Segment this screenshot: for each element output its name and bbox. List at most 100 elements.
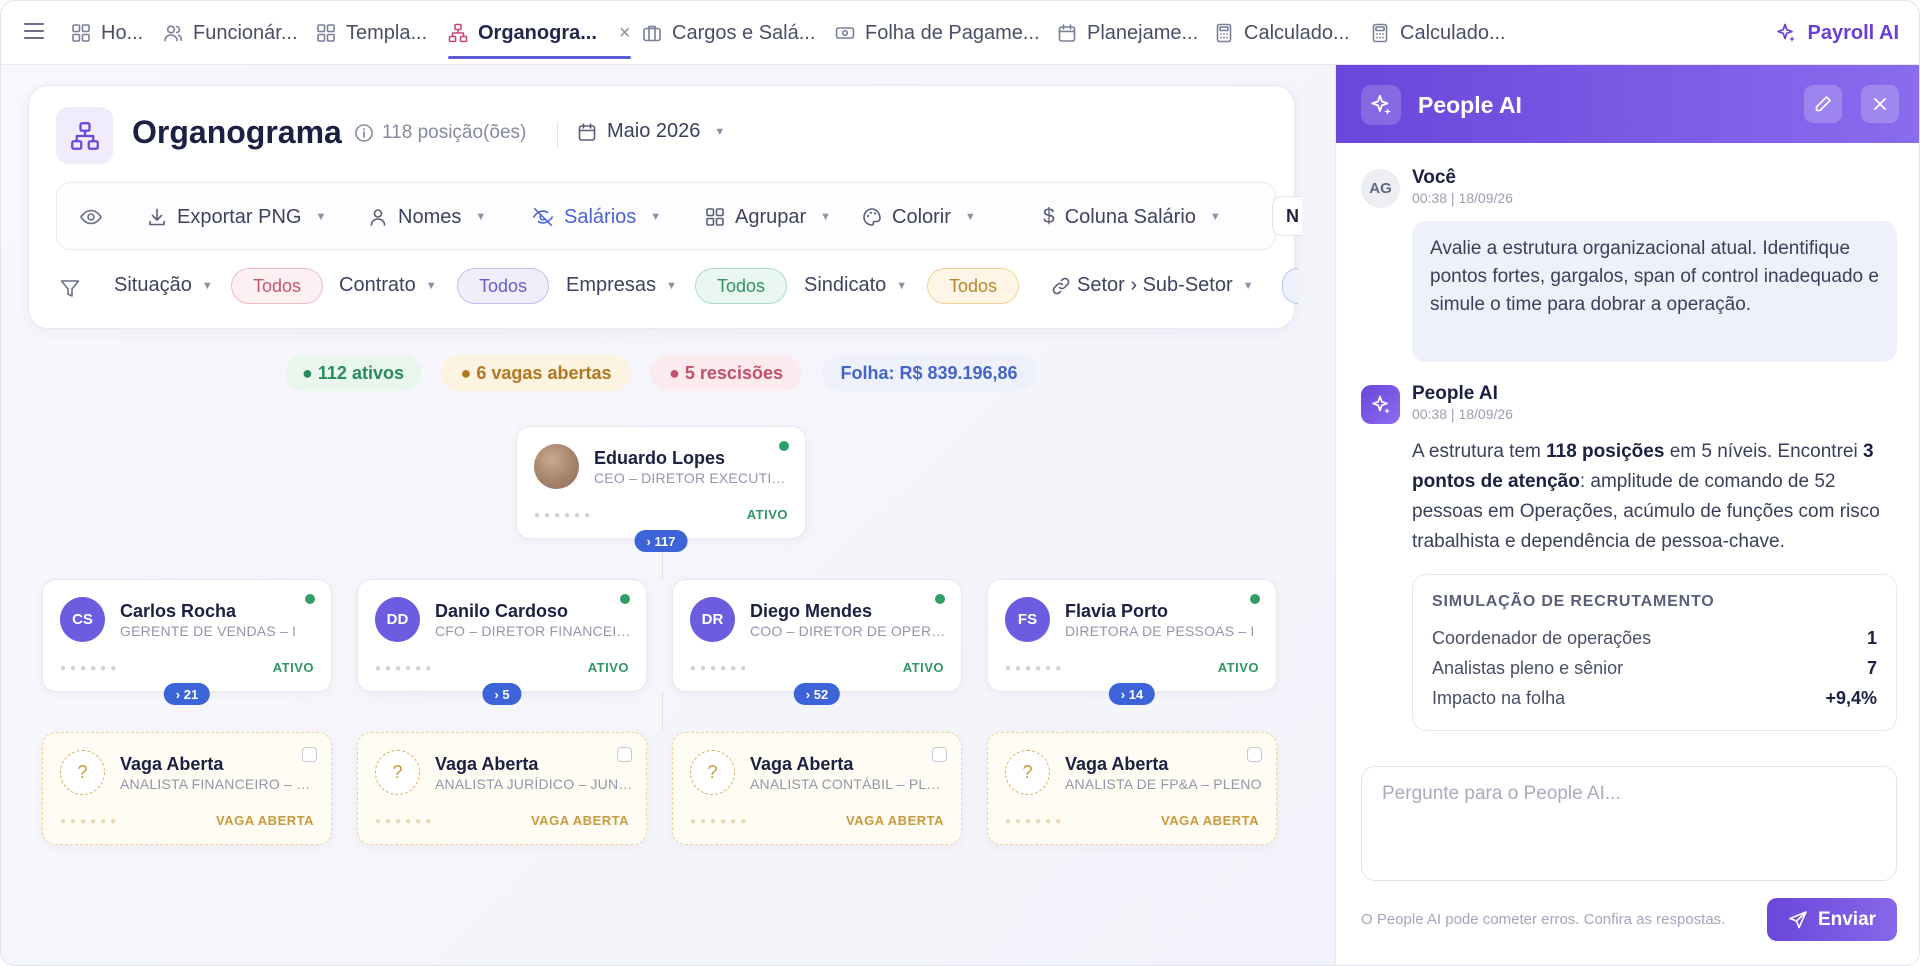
select-checkbox[interactable] <box>1247 747 1262 762</box>
org-node-manager[interactable]: DR Diego Mendes COO – DIRETOR DE OPERAÇÕ… <box>672 579 962 705</box>
select-checkbox[interactable] <box>932 747 947 762</box>
toolbar-overflow-button[interactable]: N <box>1272 196 1302 236</box>
node-name: Vaga Aberta <box>120 754 224 774</box>
dollar-icon: $ <box>1043 205 1055 228</box>
period-selector[interactable]: Maio 2026 ▼ <box>577 120 725 143</box>
node-role: ANALISTA DE FP&A – PLENO <box>1065 776 1262 792</box>
vacancy-avatar: ? <box>1005 750 1050 795</box>
org-node-vacancy[interactable]: ? Vaga Aberta ANALISTA CONTÁBIL – PLENO … <box>672 732 962 845</box>
org-node-manager[interactable]: DD Danilo Cardoso CFO – DIRETOR FINANCEI… <box>357 579 647 705</box>
period-label: Maio 2026 <box>607 120 701 142</box>
filter-situacao[interactable]: Situação ▼ <box>114 274 213 297</box>
salary-column-dropdown[interactable]: $ Coluna Salário ▼ <box>1043 183 1221 251</box>
chevron-down-icon: ▼ <box>896 279 908 292</box>
chevron-down-icon: ▼ <box>820 211 832 223</box>
chevron-down-icon: ▼ <box>315 211 327 223</box>
node-status: VAGA ABERTA <box>531 813 629 828</box>
ai-message-text: A estrutura tem 118 posições em 5 níveis… <box>1412 437 1902 557</box>
tab-templates[interactable]: Templa... <box>316 1 427 65</box>
positions-count: 118 posição(ões) <box>354 122 526 144</box>
status-dot <box>779 441 789 451</box>
filter-situacao-value[interactable]: Todos <box>231 268 323 304</box>
tab-calculadora-2[interactable]: Calculado... <box>1370 1 1506 65</box>
ai-prompt-input[interactable]: Pergunte para o People AI... <box>1361 766 1897 881</box>
close-panel-button[interactable] <box>1861 85 1899 123</box>
briefcase-icon <box>643 25 661 42</box>
hierarchy-filter-label: Setor › Sub-Setor <box>1077 274 1233 296</box>
tab-home[interactable]: Ho... <box>71 1 143 65</box>
node-rating-dots: ●●●●●● <box>375 816 436 827</box>
color-dropdown[interactable]: Colorir ▼ <box>862 183 976 251</box>
ai-disclaimer: O People AI pode cometer erros. Confira … <box>1361 911 1726 928</box>
grid-icon <box>72 24 90 42</box>
reports-count-badge[interactable]: › 52 <box>793 683 841 705</box>
org-node-root[interactable]: Eduardo Lopes CEO – DIRETOR EXECUTIVO – … <box>516 426 806 552</box>
grid-icon <box>317 24 335 42</box>
send-button[interactable]: Enviar <box>1767 898 1897 941</box>
recruitment-simulation-card: SIMULAÇÃO DE RECRUTAMENTO Coordenador de… <box>1412 574 1897 731</box>
reports-count-badge[interactable]: › 117 <box>634 530 688 552</box>
filter-sindicato-value[interactable]: Todos <box>927 268 1019 304</box>
filter-sindicato[interactable]: Sindicato ▼ <box>804 274 907 297</box>
org-node-manager[interactable]: CS Carlos Rocha GERENTE DE VENDAS – I ●●… <box>42 579 332 705</box>
sparkle-icon <box>1777 23 1796 42</box>
simulation-row-value: 1 <box>1866 628 1877 648</box>
hamburger-menu-icon[interactable] <box>23 21 49 45</box>
names-dropdown[interactable]: Nomes ▼ <box>368 183 486 251</box>
send-label: Enviar <box>1817 908 1877 930</box>
tab-folha-pagamento[interactable]: Folha de Pagame... <box>835 1 1040 65</box>
org-node-manager[interactable]: FS Flavia Porto DIRETORA DE PESSOAS – I … <box>987 579 1277 705</box>
message-author: People AI <box>1412 383 1498 404</box>
send-icon <box>1789 910 1807 928</box>
node-status: ATIVO <box>587 660 629 675</box>
org-node-vacancy[interactable]: ? Vaga Aberta ANALISTA DE FP&A – PLENO ●… <box>987 732 1277 845</box>
edit-button[interactable] <box>1804 85 1842 123</box>
ai-panel-title: People AI <box>1418 92 1522 118</box>
select-checkbox[interactable] <box>617 747 632 762</box>
grid-icon <box>706 208 724 226</box>
tab-close-icon[interactable]: × <box>619 22 631 45</box>
node-rating-dots: ●●●●●● <box>60 816 121 827</box>
tab-organograma[interactable]: Organogra... × <box>448 1 631 65</box>
visibility-toggle[interactable] <box>79 183 103 251</box>
filter-icon[interactable] <box>59 278 81 300</box>
org-node-vacancy[interactable]: ? Vaga Aberta ANALISTA JURÍDICO – JUNIOR… <box>357 732 647 845</box>
node-name: Flavia Porto <box>1065 601 1169 621</box>
filter-label: Situação <box>114 274 192 296</box>
salaries-dropdown[interactable]: Salários ▼ <box>532 183 661 251</box>
reports-count-badge[interactable]: › 21 <box>163 683 211 705</box>
filter-contrato-value[interactable]: Todos <box>457 268 549 304</box>
tab-planejamento[interactable]: Planejame... <box>1057 1 1198 65</box>
sparkle-icon <box>1371 395 1390 414</box>
org-node-vacancy[interactable]: ? Vaga Aberta ANALISTA FINANCEIRO – SENI… <box>42 732 332 845</box>
export-png-button[interactable]: Exportar PNG ▼ <box>147 183 326 251</box>
avatar: DD <box>375 597 420 642</box>
palette-icon <box>863 208 881 226</box>
filter-contrato[interactable]: Contrato ▼ <box>339 274 437 297</box>
tab-funcionarios[interactable]: Funcionár... <box>163 1 298 65</box>
reports-count-badge[interactable]: › 14 <box>1108 683 1156 705</box>
org-toolbar: Exportar PNG ▼ Nomes ▼ Salários ▼ Agrupa… <box>56 182 1276 250</box>
chevron-down-icon: ▼ <box>714 125 726 138</box>
node-role: ANALISTA JURÍDICO – JUNIOR <box>435 776 633 792</box>
filter-overflow-pill[interactable] <box>1282 268 1298 304</box>
filter-empresas-value[interactable]: Todos <box>695 268 787 304</box>
chevron-down-icon: ▼ <box>425 279 437 292</box>
tab-calculadora-1[interactable]: Calculado... <box>1214 1 1350 65</box>
node-role: ANALISTA CONTÁBIL – PLENO <box>750 776 948 792</box>
payroll-ai-label: Payroll AI <box>1807 21 1899 44</box>
tab-cargos-salarios[interactable]: Cargos e Salá... <box>642 1 815 65</box>
reports-count-badge[interactable]: › 5 <box>482 683 522 705</box>
group-dropdown[interactable]: Agrupar ▼ <box>705 183 831 251</box>
payroll-ai-button[interactable]: Payroll AI <box>1775 1 1899 65</box>
simulation-row: Coordenador de operações 1 <box>1432 628 1877 652</box>
node-name: Vaga Aberta <box>435 754 539 774</box>
select-checkbox[interactable] <box>302 747 317 762</box>
people-ai-panel: People AI AG Você 00:38 | 18/09/26 Avali… <box>1335 65 1919 965</box>
chevron-down-icon: ▼ <box>1242 279 1254 292</box>
chevron-down-icon: ▼ <box>650 211 662 223</box>
hierarchy-filter[interactable]: Setor › Sub-Setor ▼ <box>1051 274 1254 297</box>
connector-line <box>662 551 663 579</box>
node-status: ATIVO <box>1217 660 1259 675</box>
filter-empresas[interactable]: Empresas ▼ <box>566 274 677 297</box>
